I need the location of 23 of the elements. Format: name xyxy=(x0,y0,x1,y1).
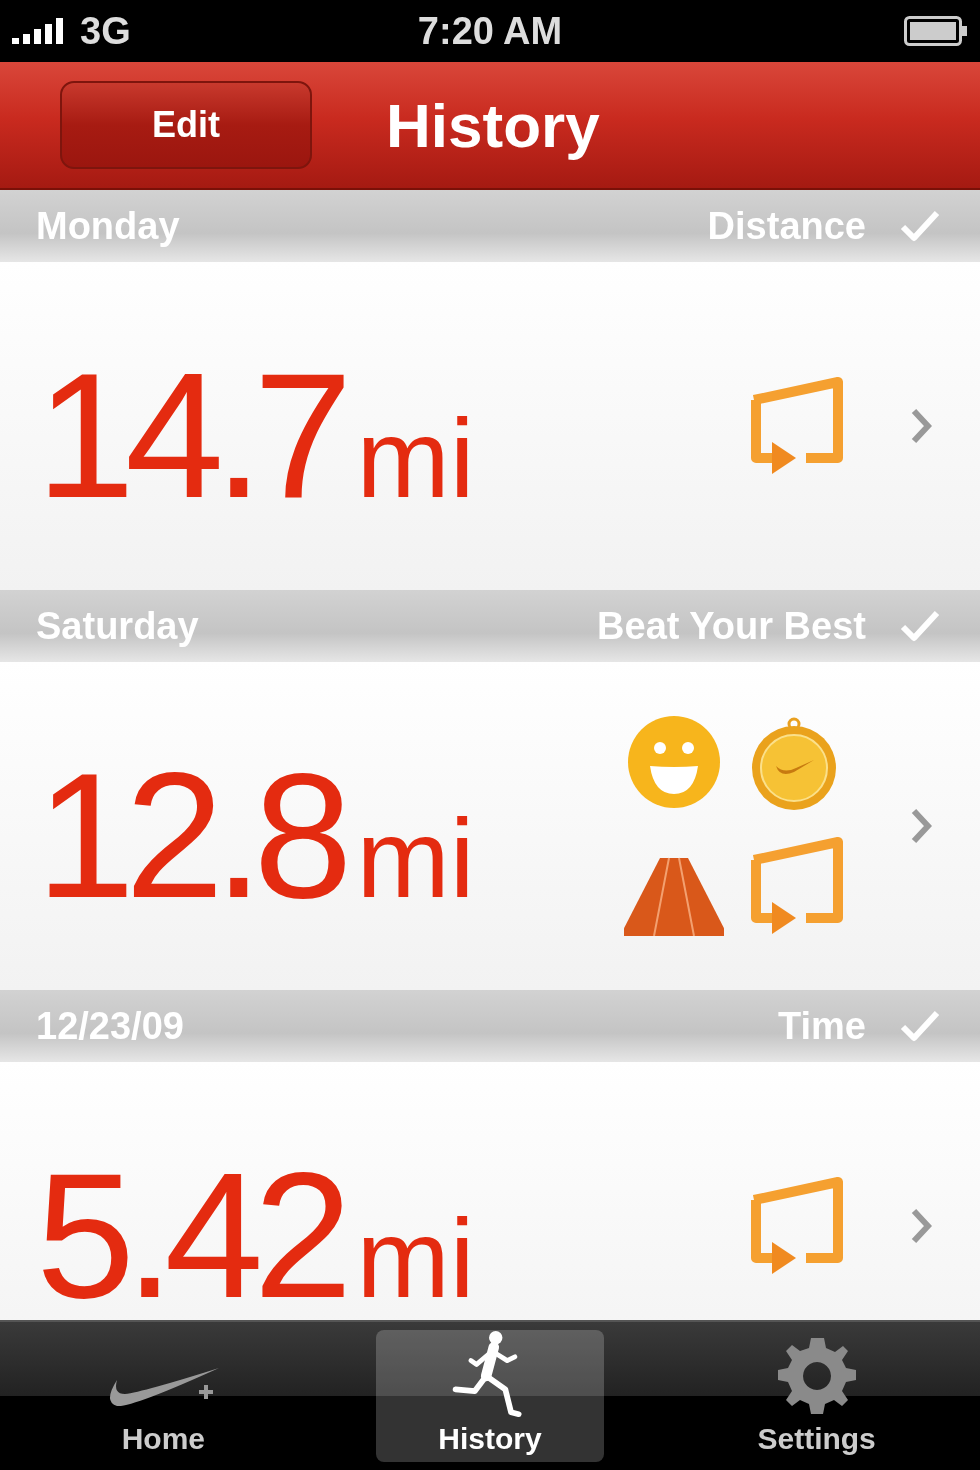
distance-value: 12.8 xyxy=(36,747,343,925)
tab-bar-item[interactable]: Home xyxy=(49,1330,278,1462)
battery-icon xyxy=(904,16,968,46)
distance-unit: mi xyxy=(356,1203,475,1315)
chevron-icon xyxy=(910,807,932,845)
tab-bar-item[interactable]: History xyxy=(376,1330,604,1462)
chevron-icon xyxy=(910,407,932,445)
distance-unit: mi xyxy=(356,403,475,515)
distance-value: 14.7 xyxy=(36,347,343,525)
run-date: 12/23/09 xyxy=(36,1004,185,1048)
screen-title: History xyxy=(386,89,600,161)
edit-button[interactable]: Edit xyxy=(60,81,312,169)
run-date: Monday xyxy=(36,204,181,248)
goal-label: Distance xyxy=(707,204,866,248)
goal-label: Beat Your Best xyxy=(597,604,866,648)
run-date: Saturday xyxy=(36,604,200,648)
chevron-icon xyxy=(910,1207,932,1245)
clock-time: 7:20 AM xyxy=(417,9,563,53)
distance-value: 5.42 xyxy=(36,1147,343,1320)
tab-bar-item[interactable]: Settings xyxy=(702,1330,931,1462)
distance-unit: mi xyxy=(356,803,475,915)
carrier-label: 3G xyxy=(80,9,131,53)
goal-label: Time xyxy=(778,1004,866,1048)
